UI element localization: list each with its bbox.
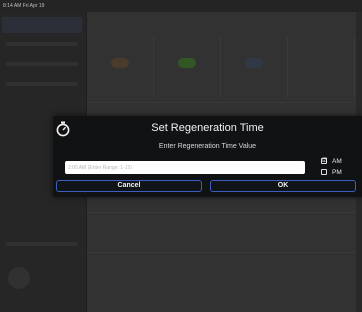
am-label: AM <box>332 158 342 165</box>
ok-button[interactable]: OK <box>210 180 356 192</box>
regeneration-time-input[interactable] <box>65 161 305 174</box>
pm-checkbox[interactable] <box>321 169 327 175</box>
am-checkbox[interactable]: ☑ <box>321 158 327 164</box>
pm-option[interactable]: PM <box>321 168 355 177</box>
dialog-subtitle: Enter Regeneration Time Value <box>158 143 257 150</box>
regeneration-time-dialog: Set Regeneration Time Enter Regeneration… <box>53 116 362 197</box>
am-option[interactable]: ☑ AM <box>321 157 355 166</box>
pm-label: PM <box>332 169 342 176</box>
cancel-button[interactable]: Cancel <box>56 180 202 192</box>
dialog-title: Set Regeneration Time <box>151 122 264 134</box>
